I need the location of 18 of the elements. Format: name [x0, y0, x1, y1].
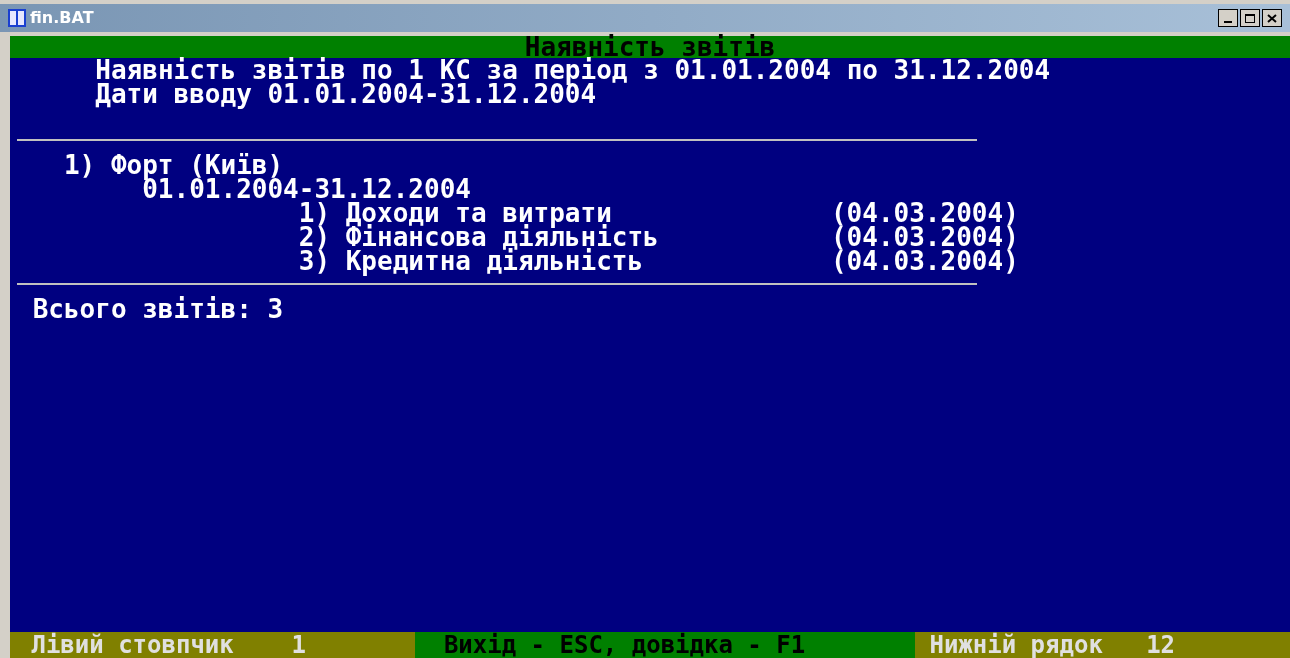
close-icon [1267, 13, 1277, 23]
close-button[interactable] [1262, 9, 1282, 27]
status-help: Вихід - ESC, довідка - F1 [415, 632, 915, 658]
maximize-icon [1245, 13, 1255, 23]
window-title: fin.BAT [30, 7, 94, 29]
status-label: Нижній рядок [928, 632, 1103, 658]
minimize-icon [1224, 21, 1232, 23]
status-label: Лівий стовпчик [30, 632, 234, 658]
screen-header: Наявність звітів [10, 36, 1290, 58]
report-total: Всього звітів: 3 [32, 294, 284, 324]
status-value: 12 [1146, 632, 1176, 658]
app-icon [8, 9, 26, 27]
status-value: 1 [291, 632, 306, 658]
report-date: (04.03.2004) [830, 249, 1019, 273]
report-date: (04.03.2004) [830, 225, 1019, 249]
report-date: (04.03.2004) [830, 201, 1019, 225]
maximize-button[interactable] [1240, 9, 1260, 27]
minimize-button[interactable] [1218, 9, 1238, 27]
